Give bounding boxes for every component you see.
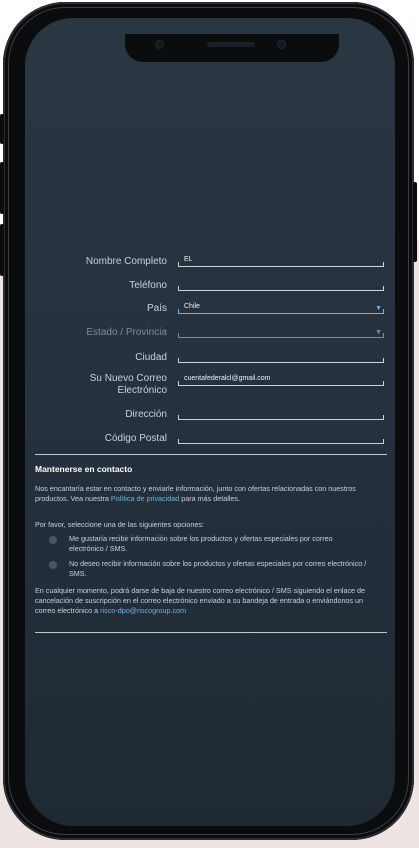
row-telefono: Teléfono: [25, 280, 395, 304]
privacy-policy-link[interactable]: Política de privacidad: [111, 494, 179, 503]
label-correo-1: Su Nuevo Correo: [89, 373, 167, 384]
correo-value: cuentafederalcl@gmail.com: [184, 375, 271, 382]
notch: [125, 34, 339, 62]
pais-select[interactable]: Chile ▼: [178, 303, 384, 314]
telefono-input[interactable]: [178, 280, 384, 291]
direccion-input[interactable]: [178, 409, 384, 420]
pais-value: Chile: [184, 303, 200, 310]
sensor-icon: [155, 40, 164, 49]
speaker-grille: [207, 42, 255, 47]
label-correo-2: Electrónico: [117, 385, 167, 396]
option-yes[interactable]: Me gustaría recibir información sobre lo…: [49, 534, 369, 554]
postal-input[interactable]: [178, 433, 384, 444]
chevron-down-icon: ▼: [375, 329, 382, 336]
power-button: [413, 182, 417, 262]
phone-frame: Nombre Completo EL Teléfono País Chile ▼: [0, 2, 417, 840]
mute-switch: [0, 114, 4, 144]
intro-text-2: para más detalles.: [179, 494, 240, 503]
row-correo: Su Nuevo Correo Electrónico cuentafedera…: [25, 373, 395, 405]
radio-yes[interactable]: [49, 536, 57, 544]
label-direccion: Dirección: [125, 409, 167, 420]
nombre-input[interactable]: EL: [178, 256, 384, 267]
ciudad-input[interactable]: [178, 352, 384, 363]
option-no[interactable]: No deseo recibir información sobre los p…: [49, 559, 369, 579]
row-nombre: Nombre Completo EL: [25, 256, 395, 280]
option-no-label: No deseo recibir información sobre los p…: [69, 559, 367, 578]
label-postal: Código Postal: [104, 433, 167, 444]
volume-down-button: [0, 224, 4, 276]
chevron-down-icon: ▼: [375, 305, 382, 312]
email-link[interactable]: risco-dpo@riscogroup.com: [100, 606, 186, 615]
correo-input[interactable]: cuentafederalcl@gmail.com: [178, 375, 384, 386]
section-title: Mantenerse en contacto: [35, 464, 133, 474]
footer-text: En cualquier momento, podrá darse de baj…: [35, 586, 366, 615]
camera-icon: [277, 40, 286, 49]
option-yes-label: Me gustaría recibir información sobre lo…: [69, 534, 333, 553]
row-direccion: Dirección: [25, 409, 395, 433]
divider-top: [35, 454, 387, 455]
row-estado: Estado / Provincia ▼: [25, 327, 395, 351]
prompt-text: Por favor, seleccione una de las siguien…: [35, 520, 205, 529]
footer-paragraph: En cualquier momento, podrá darse de baj…: [35, 586, 385, 616]
phone-screen: Nombre Completo EL Teléfono País Chile ▼: [25, 18, 395, 826]
divider-bottom: [35, 632, 387, 633]
label-ciudad: Ciudad: [135, 352, 167, 363]
radio-no[interactable]: [49, 561, 57, 569]
row-ciudad: Ciudad: [25, 352, 395, 376]
row-pais: País Chile ▼: [25, 303, 395, 327]
intro-paragraph: Nos encantaría estar en contacto y envia…: [35, 484, 385, 504]
nombre-value: EL: [184, 256, 193, 263]
label-pais: País: [146, 303, 167, 314]
label-telefono: Teléfono: [129, 280, 167, 291]
estado-select[interactable]: ▼: [178, 327, 384, 338]
volume-up-button: [0, 162, 4, 214]
label-nombre: Nombre Completo: [85, 256, 167, 267]
label-estado: Estado / Provincia: [86, 327, 167, 338]
